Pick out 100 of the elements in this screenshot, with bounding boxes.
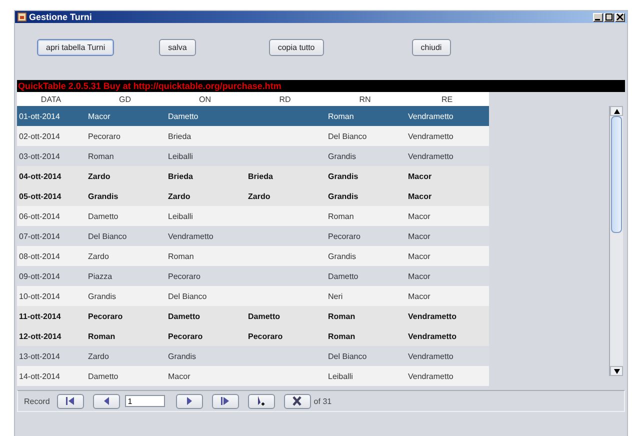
column-header[interactable]: DATA xyxy=(17,94,85,104)
table-cell: Del Bianco xyxy=(328,132,367,140)
prev-button[interactable] xyxy=(92,394,120,408)
table-cell: 03-ott-2014 xyxy=(19,152,60,160)
toolbar-button[interactable]: salva xyxy=(159,39,196,56)
table-cell: Macor xyxy=(408,272,430,280)
table-cell: Grandis xyxy=(328,152,356,160)
table-cell: 09-ott-2014 xyxy=(19,272,60,280)
table-cell: Macor xyxy=(408,192,432,200)
record-label: Record xyxy=(24,396,50,406)
table-row[interactable]: 13-ott-2014 Zardo Grandis Del Bianco Vendrametto xyxy=(17,346,489,366)
last-button[interactable] xyxy=(212,394,239,408)
minimize-button[interactable] xyxy=(593,12,603,22)
table-row[interactable]: 10-ott-2014 Grandis Del Bianco Neri Macor xyxy=(17,286,489,306)
table-cell: Zardo xyxy=(168,192,190,200)
table-cell: Del Bianco xyxy=(168,292,207,300)
toolbar-button[interactable]: apri tabella Turni xyxy=(37,39,114,56)
scroll-thumb[interactable] xyxy=(611,116,622,233)
table-cell: Zardo xyxy=(88,352,109,360)
table-cell: Roman xyxy=(328,332,356,340)
table-cell: Vendrametto xyxy=(408,152,454,160)
table-row[interactable]: 01-ott-2014 Macor Dametto Roman Vendrametto xyxy=(17,106,489,126)
table-cell: Pecoraro xyxy=(328,232,360,240)
table-cell: Dametto xyxy=(88,372,118,380)
table-row[interactable]: 14-ott-2014 Dametto Macor Leiballi Vendrametto xyxy=(17,366,489,386)
table-cell: Pecoraro xyxy=(248,332,283,340)
table-cell: Grandis xyxy=(328,192,358,200)
column-header[interactable]: ON xyxy=(165,94,245,104)
table-cell: Macor xyxy=(88,112,110,120)
table-cell: Brieda xyxy=(248,172,273,180)
table-cell: Brieda xyxy=(168,172,193,180)
table-cell: Roman xyxy=(88,332,116,340)
column-header[interactable]: RN xyxy=(325,94,405,104)
table-cell: Vendrametto xyxy=(408,352,454,360)
table-cell: Dametto xyxy=(88,212,118,220)
first-button[interactable] xyxy=(56,394,84,408)
next-icon xyxy=(184,396,194,406)
table-row[interactable]: 12-ott-2014 Roman Pecoraro Pecoraro Roman Vendrametto xyxy=(17,326,489,346)
delete-icon xyxy=(292,396,302,406)
new-record-icon xyxy=(256,396,266,406)
toolbar-button[interactable]: chiudi xyxy=(412,39,451,56)
table-row[interactable]: 09-ott-2014 Piazza Pecoraro Dametto Macor xyxy=(17,266,489,286)
table-row[interactable]: 07-ott-2014 Del Bianco Vendrametto Pecoraro Macor xyxy=(17,226,489,246)
record-field[interactable]: 1 xyxy=(124,395,165,407)
table-row[interactable]: 05-ott-2014 Grandis Zardo Zardo Grandis Macor xyxy=(17,186,489,206)
last-record-icon xyxy=(220,396,230,406)
table-cell: Brieda xyxy=(168,132,192,140)
table-cell: 14-ott-2014 xyxy=(19,372,60,380)
scroll-down-icon[interactable] xyxy=(610,366,623,376)
table-row[interactable]: 06-ott-2014 Dametto Leiballi Roman Macor xyxy=(17,206,489,226)
maximize-button[interactable] xyxy=(604,12,614,22)
column-header[interactable]: RD xyxy=(245,94,325,104)
table-cell: Neri xyxy=(328,292,343,300)
delete-button[interactable] xyxy=(284,394,311,408)
table-cell: 06-ott-2014 xyxy=(19,212,60,220)
table-row[interactable]: 02-ott-2014 Pecoraro Brieda Del Bianco Vendrametto xyxy=(17,126,489,146)
table-cell: Vendrametto xyxy=(408,312,456,320)
table-cell: Vendrametto xyxy=(408,332,456,340)
table-cell: 12-ott-2014 xyxy=(19,332,62,340)
column-header[interactable]: GD xyxy=(85,94,165,104)
table-cell: Del Bianco xyxy=(328,352,367,360)
table-cell: 07-ott-2014 xyxy=(19,232,60,240)
table-cell: Zardo xyxy=(88,172,110,180)
window-title: Gestione Turni xyxy=(29,12,93,22)
scroll-up-icon[interactable] xyxy=(610,106,623,116)
table-cell: 05-ott-2014 xyxy=(19,192,62,200)
table-cell: Macor xyxy=(408,252,430,260)
table-row[interactable]: 11-ott-2014 Pecoraro Dametto Dametto Roman Vendrametto xyxy=(17,306,489,326)
table-cell: Piazza xyxy=(88,272,112,280)
table-cell: Leiballi xyxy=(168,152,193,160)
maximize-icon xyxy=(605,13,613,21)
table-cell: Dametto xyxy=(328,272,358,280)
column-header[interactable]: RE xyxy=(405,94,489,104)
table-cell: Macor xyxy=(408,212,430,220)
table-cell: Vendrametto xyxy=(408,132,454,140)
table-cell: Roman xyxy=(168,252,194,260)
table-cell: Zardo xyxy=(88,252,109,260)
toolbar-button[interactable]: copia tutto xyxy=(268,39,324,56)
table-cell: Pecoraro xyxy=(88,312,123,320)
vertical-scrollbar[interactable] xyxy=(609,106,623,376)
table-cell: Dametto xyxy=(248,312,280,320)
table-cell: Dametto xyxy=(168,312,200,320)
next-button[interactable] xyxy=(176,394,203,408)
table-cell: Macor xyxy=(168,372,190,380)
table-cell: Grandis xyxy=(88,292,116,300)
new-record-button[interactable] xyxy=(248,394,275,408)
record-count: of 31 xyxy=(314,396,332,406)
table-cell: 08-ott-2014 xyxy=(19,252,60,260)
table-cell: 01-ott-2014 xyxy=(19,112,60,120)
table-row[interactable]: 08-ott-2014 Zardo Roman Grandis Macor xyxy=(17,246,489,266)
table-cell: Macor xyxy=(408,232,430,240)
close-button[interactable] xyxy=(615,12,625,22)
table-cell: Roman xyxy=(328,112,354,120)
table-cell: Grandis xyxy=(328,172,358,180)
table-row[interactable]: 04-ott-2014 Zardo Brieda Brieda Grandis Macor xyxy=(17,166,489,186)
table-row[interactable]: 03-ott-2014 Roman Leiballi Grandis Vendrametto xyxy=(17,146,489,166)
table-cell: Grandis xyxy=(328,252,356,260)
table-cell: Pecoraro xyxy=(88,132,120,140)
table-cell: Pecoraro xyxy=(168,332,203,340)
table-cell: Macor xyxy=(408,172,432,180)
